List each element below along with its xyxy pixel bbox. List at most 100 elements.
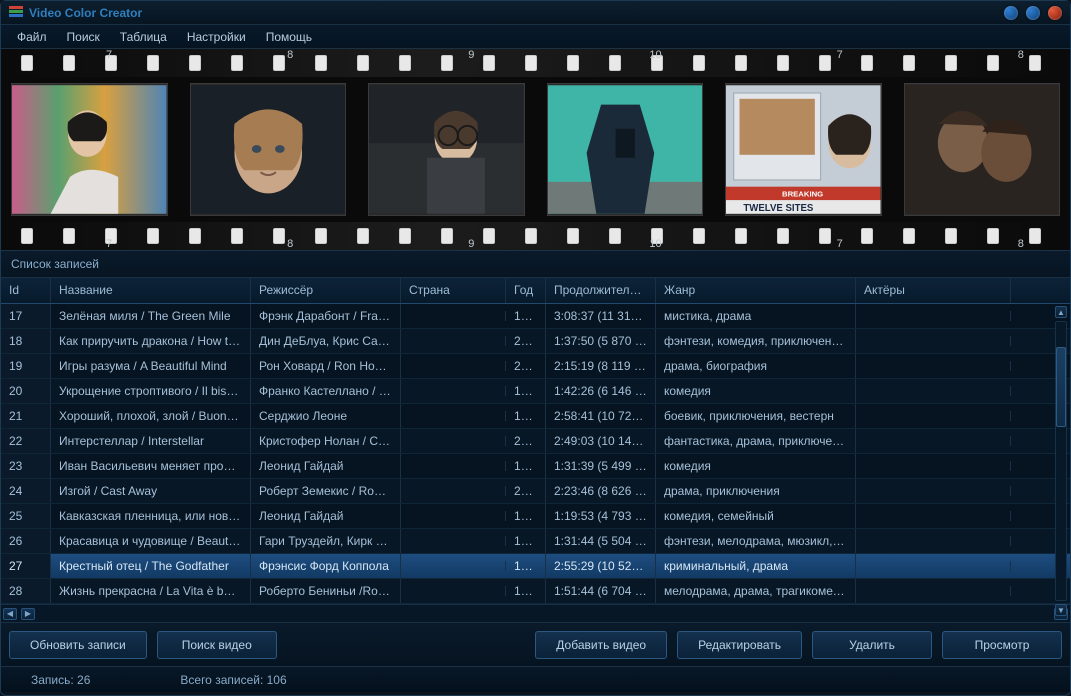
table-header: Id Название Режиссёр Страна Год Продолжи… xyxy=(1,278,1070,304)
add-video-button[interactable]: Добавить видео xyxy=(535,631,667,659)
cell-country xyxy=(401,486,506,496)
cell-duration: 1:42:26 (6 146 сек) xyxy=(546,379,656,403)
column-director[interactable]: Режиссёр xyxy=(251,278,401,303)
cell-genre: фэнтези, комедия, приключения, семейный xyxy=(656,329,856,353)
column-id[interactable]: Id xyxy=(1,278,51,303)
statusbar: Запись: 26 Всего записей: 106 xyxy=(1,666,1070,692)
cell-title: Зелёная миля / The Green Mile xyxy=(51,304,251,328)
cell-actors xyxy=(856,361,1011,371)
film-frame-3[interactable] xyxy=(368,83,525,216)
search-video-button[interactable]: Поиск видео xyxy=(157,631,277,659)
records-table: Id Название Режиссёр Страна Год Продолжи… xyxy=(1,278,1070,622)
cell-year: 1980 xyxy=(506,379,546,403)
edit-button[interactable]: Редактировать xyxy=(677,631,802,659)
cell-director: Франко Кастеллано / Franco Castellano xyxy=(251,379,401,403)
table-body: 17Зелёная миля / The Green MileФрэнк Дар… xyxy=(1,304,1070,604)
menu-help[interactable]: Помощь xyxy=(258,27,320,47)
cell-year: 1999 xyxy=(506,304,546,328)
menu-table[interactable]: Таблица xyxy=(112,27,175,47)
cell-duration: 1:19:53 (4 793 сек) xyxy=(546,504,656,528)
table-row[interactable]: 19Игры разума / A Beautiful MindРон Хова… xyxy=(1,354,1070,379)
svg-text:BREAKING: BREAKING xyxy=(782,189,823,198)
table-footer: ◀ ▶ ▼ xyxy=(1,604,1070,622)
menu-settings[interactable]: Настройки xyxy=(179,27,254,47)
cell-year: 2000 xyxy=(506,479,546,503)
cell-id: 19 xyxy=(1,354,51,378)
cell-title: Хороший, плохой, злой / Buono, il brutto… xyxy=(51,404,251,428)
table-row[interactable]: 18Как приручить дракона / How to Train Y… xyxy=(1,329,1070,354)
cell-actors xyxy=(856,511,1011,521)
column-title[interactable]: Название xyxy=(51,278,251,303)
table-row[interactable]: 26Красавица и чудовище / Beauty and the … xyxy=(1,529,1070,554)
table-row[interactable]: 23Иван Васильевич меняет профессиюЛеонид… xyxy=(1,454,1070,479)
filmstrip-numbers-top: 78 910 78 xyxy=(1,49,1070,61)
cell-country xyxy=(401,561,506,571)
cell-actors xyxy=(856,436,1011,446)
table-row[interactable]: 17Зелёная миля / The Green MileФрэнк Дар… xyxy=(1,304,1070,329)
delete-button[interactable]: Удалить xyxy=(812,631,932,659)
cell-id: 27 xyxy=(1,554,51,578)
cell-country xyxy=(401,461,506,471)
cell-director: Фрэнсис Форд Коппола xyxy=(251,554,401,578)
cell-genre: драма, биография xyxy=(656,354,856,378)
cell-id: 20 xyxy=(1,379,51,403)
cell-duration: 1:37:50 (5 870 сек) xyxy=(546,329,656,353)
cell-genre: фэнтези, мелодрама, мюзикл, семейный xyxy=(656,529,856,553)
cell-genre: криминальный, драма xyxy=(656,554,856,578)
menubar: Файл Поиск Таблица Настройки Помощь xyxy=(1,25,1070,49)
column-genre[interactable]: Жанр xyxy=(656,278,856,303)
view-button[interactable]: Просмотр xyxy=(942,631,1062,659)
cell-title: Изгой / Cast Away xyxy=(51,479,251,503)
status-total-records: Всего записей: 106 xyxy=(180,673,286,687)
cell-title: Жизнь прекрасна / La Vita è bella xyxy=(51,579,251,603)
cell-actors xyxy=(856,386,1011,396)
cell-duration: 1:51:44 (6 704 сек) xyxy=(546,579,656,603)
cell-director: Кристофер Нолан / Christopher Nolan xyxy=(251,429,401,453)
column-duration[interactable]: Продолжительность xyxy=(546,278,656,303)
app-title: Video Color Creator xyxy=(29,6,142,20)
cell-title: Интерстеллар / Interstellar xyxy=(51,429,251,453)
film-frame-4[interactable] xyxy=(547,83,704,216)
table-row[interactable]: 22Интерстеллар / InterstellarКристофер Н… xyxy=(1,429,1070,454)
scroll-track[interactable] xyxy=(1055,321,1067,601)
filmstrip-frames: BREAKINGTWELVE SITES xyxy=(11,77,1060,222)
refresh-button[interactable]: Обновить записи xyxy=(9,631,147,659)
cell-genre: драма, приключения xyxy=(656,479,856,503)
film-frame-1[interactable] xyxy=(11,83,168,216)
cell-genre: мелодрама, драма, трагикомедия xyxy=(656,579,856,603)
film-frame-2[interactable] xyxy=(190,83,347,216)
scroll-up-arrow-icon[interactable]: ▲ xyxy=(1055,306,1067,318)
film-frame-6[interactable] xyxy=(904,83,1061,216)
cell-actors xyxy=(856,336,1011,346)
column-year[interactable]: Год xyxy=(506,278,546,303)
table-row[interactable]: 25Кавказская пленница, или новые приключ… xyxy=(1,504,1070,529)
scroll-right-arrow-icon[interactable]: ▶ xyxy=(21,608,35,620)
cell-actors xyxy=(856,586,1011,596)
cell-title: Укрощение строптивого / Il bisbetico dom… xyxy=(51,379,251,403)
cell-duration: 2:23:46 (8 626 сек) xyxy=(546,479,656,503)
menu-file[interactable]: Файл xyxy=(9,27,55,47)
cell-director: Роберто Бениньи /Roberto Benigni xyxy=(251,579,401,603)
cell-year: 1967 xyxy=(506,504,546,528)
close-button[interactable] xyxy=(1048,6,1062,20)
table-row[interactable]: 28Жизнь прекрасна / La Vita è bellaРобер… xyxy=(1,579,1070,604)
cell-duration: 1:31:44 (5 504 сек) xyxy=(546,529,656,553)
maximize-button[interactable] xyxy=(1026,6,1040,20)
column-country[interactable]: Страна xyxy=(401,278,506,303)
table-row[interactable]: 21Хороший, плохой, злой / Buono, il brut… xyxy=(1,404,1070,429)
minimize-button[interactable] xyxy=(1004,6,1018,20)
scrollbar-vertical[interactable]: ▲ ▼ xyxy=(1054,306,1068,616)
table-row[interactable]: 20Укрощение строптивого / Il bisbetico d… xyxy=(1,379,1070,404)
cell-year: 1997 xyxy=(506,579,546,603)
film-frame-5[interactable]: BREAKINGTWELVE SITES xyxy=(725,83,882,216)
scroll-thumb[interactable] xyxy=(1056,347,1066,427)
status-current-record: Запись: 26 xyxy=(31,673,90,687)
cell-actors xyxy=(856,561,1011,571)
table-row[interactable]: 24Изгой / Cast AwayРоберт Земекис / Robe… xyxy=(1,479,1070,504)
cell-year: 1973 xyxy=(506,454,546,478)
scroll-down-arrow-icon[interactable]: ▼ xyxy=(1055,604,1067,616)
column-actors[interactable]: Актёры xyxy=(856,278,1011,303)
table-row[interactable]: 27Крестный отец / The GodfatherФрэнсис Ф… xyxy=(1,554,1070,579)
scroll-left-arrow-icon[interactable]: ◀ xyxy=(3,608,17,620)
menu-search[interactable]: Поиск xyxy=(59,27,108,47)
